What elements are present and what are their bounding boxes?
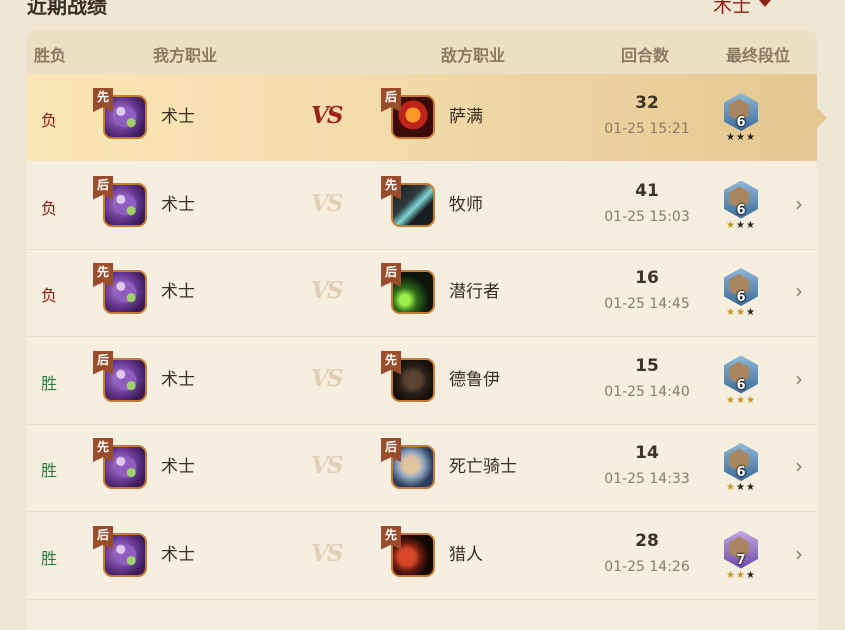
star-icon: ★ bbox=[745, 394, 756, 406]
match-time: 01-25 14:45 bbox=[604, 296, 690, 312]
vs-icon: VS bbox=[311, 102, 344, 129]
my-class-label: 术士 bbox=[161, 107, 195, 127]
result-label: 负 bbox=[41, 198, 58, 218]
my-class-label: 术士 bbox=[161, 282, 195, 302]
class-filter-dropdown[interactable]: 术士 bbox=[713, 0, 772, 18]
enemy-class-label: 死亡骑士 bbox=[449, 457, 517, 477]
rank-number: 6 bbox=[736, 465, 746, 480]
rank-number: 6 bbox=[736, 290, 746, 305]
chevron-right-icon[interactable]: › bbox=[795, 192, 803, 216]
rank-number: 6 bbox=[736, 115, 746, 130]
star-icon: ★ bbox=[745, 482, 756, 493]
star-icon: ★ bbox=[736, 394, 746, 406]
match-row[interactable]: 胜后术士 VS 先猎人 28 01-25 14:26 7 ★★★ › bbox=[27, 512, 817, 600]
rank-stars: ★★★ bbox=[723, 483, 759, 493]
chevron-right-icon[interactable]: › bbox=[795, 279, 803, 303]
vs-icon: VS bbox=[311, 539, 344, 567]
enemy-class-label: 猎人 bbox=[449, 544, 483, 565]
turn-count: 28 bbox=[635, 530, 659, 551]
enemy-class-label: 萨满 bbox=[449, 107, 483, 127]
star-icon: ★ bbox=[726, 482, 737, 493]
rank-number: 7 bbox=[736, 552, 746, 568]
header-result: 胜负 bbox=[34, 46, 67, 65]
result-label: 胜 bbox=[41, 373, 58, 393]
star-icon: ★ bbox=[736, 569, 746, 581]
match-row[interactable]: 负后术士 VS 先牧师 41 01-25 15:03 6 ★★★ › bbox=[27, 162, 817, 250]
class-filter-label: 术士 bbox=[713, 0, 752, 17]
star-icon: ★ bbox=[736, 219, 746, 231]
star-icon: ★ bbox=[745, 569, 756, 581]
star-icon: ★ bbox=[726, 394, 737, 406]
turn-count: 32 bbox=[635, 93, 659, 113]
match-history-panel: 胜负 我方职业 敌方职业 回合数 最终段位 负先术士 VS 后萨满 32 01-25 1… bbox=[27, 30, 817, 630]
rank-stars: ★★★ bbox=[723, 308, 759, 318]
chevron-right-icon[interactable]: › bbox=[795, 542, 803, 566]
enemy-class-label: 潜行者 bbox=[449, 282, 500, 302]
match-time: 01-25 14:33 bbox=[604, 471, 690, 487]
star-icon: ★ bbox=[726, 219, 737, 231]
selected-row-pointer bbox=[817, 108, 827, 128]
result-label: 胜 bbox=[41, 548, 58, 568]
rank-badge-icon: 7 ★★★ bbox=[722, 530, 760, 585]
result-label: 负 bbox=[41, 286, 58, 305]
turn-count: 41 bbox=[635, 180, 659, 201]
rank-badge-icon: 6 ★★★ bbox=[722, 268, 760, 322]
rank-badge-icon: 6 ★★★ bbox=[722, 355, 760, 410]
header-enemy-class: 敌方职业 bbox=[441, 46, 506, 65]
match-row[interactable]: 胜先术士 VS 后死亡骑士 14 01-25 14:33 6 ★★★ › bbox=[27, 424, 817, 512]
rank-stars: ★★★ bbox=[723, 219, 759, 231]
caret-down-icon bbox=[759, 0, 772, 7]
rank-stars: ★★★ bbox=[723, 394, 759, 406]
rank-stars: ★★★ bbox=[723, 133, 759, 143]
match-row[interactable]: 负先术士 VS 后潜行者 16 01-25 14:45 6 ★★★ › bbox=[27, 249, 817, 337]
star-icon: ★ bbox=[745, 219, 756, 231]
match-time: 01-25 15:21 bbox=[604, 121, 690, 137]
turn-count: 16 bbox=[635, 268, 659, 288]
enemy-class-label: 德鲁伊 bbox=[449, 369, 500, 390]
my-class-label: 术士 bbox=[161, 544, 195, 565]
enemy-class-label: 牧师 bbox=[449, 194, 483, 215]
star-icon: ★ bbox=[745, 307, 756, 318]
rank-number: 6 bbox=[736, 377, 746, 393]
vs-icon: VS bbox=[311, 189, 344, 217]
match-row[interactable]: 负先术士 VS 后萨满 32 01-25 15:21 6 ★★★ bbox=[27, 74, 817, 161]
rank-stars: ★★★ bbox=[723, 569, 759, 581]
rank-badge-icon: 6 ★★★ bbox=[722, 443, 760, 497]
chevron-right-icon[interactable]: › bbox=[795, 367, 803, 391]
vs-icon: VS bbox=[311, 364, 344, 392]
rank-badge-icon: 6 ★★★ bbox=[722, 93, 760, 147]
match-time: 01-25 15:03 bbox=[604, 208, 690, 225]
rank-badge-icon: 6 ★★★ bbox=[722, 180, 760, 235]
match-row[interactable]: 胜后术士 VS 先德鲁伊 15 01-25 14:40 6 ★★★ › bbox=[27, 337, 817, 425]
header-my-class: 我方职业 bbox=[153, 46, 218, 65]
page-title: 近期战绩 bbox=[27, 0, 107, 18]
rank-number: 6 bbox=[736, 202, 746, 218]
header-turns: 回合数 bbox=[621, 46, 670, 65]
star-icon: ★ bbox=[736, 307, 746, 318]
table-header: 胜负 我方职业 敌方职业 回合数 最终段位 bbox=[27, 30, 817, 74]
star-icon: ★ bbox=[726, 569, 737, 581]
turn-count: 15 bbox=[635, 355, 659, 376]
match-time: 01-25 14:26 bbox=[604, 558, 690, 575]
my-class-label: 术士 bbox=[161, 369, 195, 390]
my-class-label: 术士 bbox=[161, 457, 195, 477]
my-class-label: 术士 bbox=[161, 194, 195, 215]
vs-icon: VS bbox=[311, 277, 344, 304]
star-icon: ★ bbox=[726, 132, 737, 143]
result-label: 胜 bbox=[41, 461, 58, 480]
turn-count: 14 bbox=[635, 443, 659, 463]
star-icon: ★ bbox=[736, 482, 746, 493]
chevron-right-icon[interactable]: › bbox=[795, 454, 803, 478]
result-label: 负 bbox=[41, 111, 58, 130]
star-icon: ★ bbox=[736, 132, 746, 143]
header-final-rank: 最终段位 bbox=[726, 46, 791, 65]
star-icon: ★ bbox=[726, 307, 737, 318]
vs-icon: VS bbox=[311, 452, 344, 479]
star-icon: ★ bbox=[745, 132, 756, 143]
match-time: 01-25 14:40 bbox=[604, 383, 690, 400]
